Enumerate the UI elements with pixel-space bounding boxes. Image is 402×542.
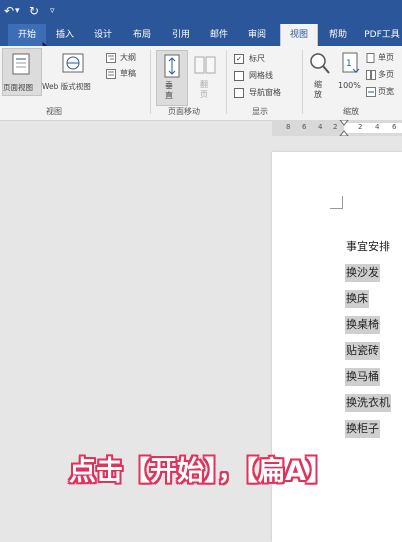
globe-icon	[62, 53, 84, 73]
tab-insert[interactable]: 插入	[50, 24, 80, 46]
tutorial-caption: 点击【开始】，【扁A】	[69, 456, 333, 487]
zoom-100-icon: 1	[342, 52, 360, 73]
web-layout-label: Web 版式视图	[42, 82, 91, 91]
ruler-check-icon: ✓	[234, 54, 244, 64]
group-zoom-label: 缩放	[343, 107, 359, 116]
ruler-checkbox[interactable]: ✓ 标尺	[234, 53, 294, 65]
page-icon	[12, 53, 30, 75]
multi-page-button[interactable]: 多页	[366, 69, 402, 81]
one-page-icon	[366, 53, 375, 63]
margin-corner-mark	[330, 196, 343, 209]
doc-line-selected[interactable]: 换马桶	[345, 368, 380, 386]
magnifier-icon	[310, 53, 330, 74]
tab-help[interactable]: 帮助	[323, 24, 353, 46]
group-show-label: 显示	[252, 107, 268, 116]
customize-qat-icon[interactable]: ▿	[50, 3, 55, 19]
doc-line-selected[interactable]: 换床	[345, 290, 369, 308]
ribbon-tabs: 开始 插入 设计 布局 引用 邮件 审阅 视图 帮助 PDF工具	[0, 24, 402, 46]
tab-layout[interactable]: 布局	[127, 24, 157, 46]
doc-line-selected[interactable]: 贴瓷砖	[345, 342, 380, 360]
page-width-button[interactable]: 页宽	[366, 86, 402, 98]
multi-page-icon	[366, 70, 376, 80]
tab-design[interactable]: 设计	[88, 24, 118, 46]
zoom-button[interactable]: 缩放	[306, 50, 334, 104]
horizontal-ruler[interactable]: 8 6 4 2 2 4 6	[272, 120, 402, 136]
undo-icon[interactable]: ↶	[4, 3, 14, 19]
tab-mailings[interactable]: 邮件	[204, 24, 234, 46]
quick-access-toolbar: ↶ ▾ ↻ ▿	[0, 0, 402, 24]
outline-icon	[106, 53, 116, 63]
gridlines-check-icon	[234, 71, 244, 81]
print-layout-button[interactable]: 页面视图	[2, 48, 42, 96]
doc-line-selected[interactable]: 换洗衣机	[345, 394, 391, 412]
watermark-url: jingyan.baidu.com	[290, 516, 364, 525]
doc-line-selected[interactable]: 换沙发	[345, 264, 380, 282]
group-page-move-label: 页面移动	[168, 107, 200, 116]
watermark-brand: Bai 经验	[286, 501, 340, 516]
indent-marker-icon[interactable]	[339, 120, 349, 136]
doc-line[interactable]: 事宜安排	[345, 238, 391, 256]
tab-references[interactable]: 引用	[166, 24, 196, 46]
gridlines-checkbox[interactable]: 网格线	[234, 70, 294, 82]
doc-line-selected[interactable]: 换桌椅	[345, 316, 380, 334]
tab-review[interactable]: 审阅	[242, 24, 272, 46]
side-by-side-icon	[194, 56, 216, 74]
one-page-button[interactable]: 单页	[366, 52, 402, 64]
ribbon-view: 页面视图 Web 版式视图 大纲 草稿 视图 垂直 翻页 页面移动 ✓ 标尺 网…	[0, 46, 402, 121]
print-layout-label: 页面视图	[3, 83, 33, 92]
draft-icon	[106, 69, 116, 79]
page-width-icon	[366, 87, 376, 97]
vertical-pages-icon	[164, 54, 180, 78]
zoom-100-button[interactable]: 1 100%	[336, 50, 366, 104]
undo-dropdown-icon[interactable]: ▾	[15, 3, 20, 19]
tab-view[interactable]: 视图	[280, 24, 318, 46]
outline-button[interactable]: 大纲	[106, 52, 146, 64]
vertical-button[interactable]: 垂直	[156, 50, 188, 106]
web-layout-button[interactable]: Web 版式视图	[42, 48, 104, 94]
nav-pane-checkbox[interactable]: 导航窗格	[234, 87, 298, 99]
refresh-icon[interactable]: ↻	[29, 3, 39, 19]
group-separator	[226, 50, 227, 114]
draft-button[interactable]: 草稿	[106, 68, 146, 80]
group-separator	[150, 50, 151, 114]
group-views-label: 视图	[46, 107, 62, 116]
side-by-side-button[interactable]: 翻页	[190, 50, 220, 104]
tab-pdf-tools[interactable]: PDF工具	[360, 24, 402, 46]
nav-pane-check-icon	[234, 88, 244, 98]
svg-text:1: 1	[346, 59, 352, 69]
doc-line-selected[interactable]: 换柜子	[345, 420, 380, 438]
group-separator	[302, 50, 303, 114]
